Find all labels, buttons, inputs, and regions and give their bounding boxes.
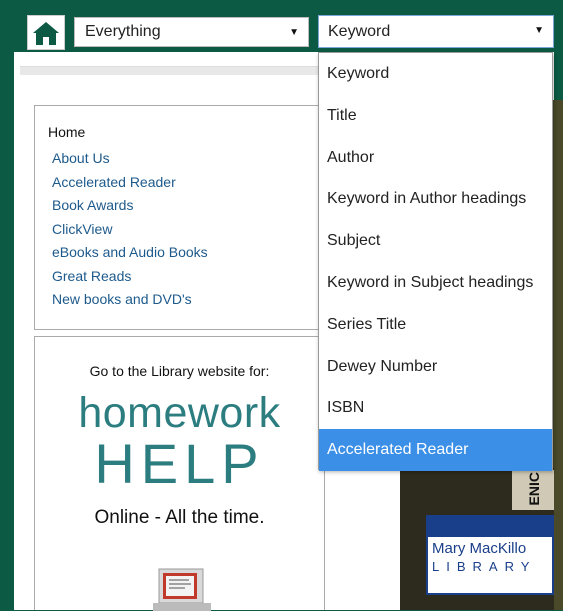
nav-list: About Us Accelerated Reader Book Awards … — [52, 149, 208, 314]
search-type-value: Keyword — [328, 23, 391, 40]
option-keyword-subject[interactable]: Keyword in Subject headings — [319, 262, 552, 304]
homework-help-promo[interactable]: Go to the Library website for: homework … — [34, 336, 325, 611]
nav-item-great-reads[interactable]: Great Reads — [52, 267, 208, 291]
nav-item-book-awards[interactable]: Book Awards — [52, 196, 208, 220]
photo-sign-text: ENIC — [526, 472, 542, 506]
chevron-down-icon: ▼ — [534, 25, 544, 36]
search-type-select[interactable]: Keyword ▼ — [318, 15, 554, 48]
logo-name: Mary MacKillo — [432, 540, 527, 557]
logo-arch — [428, 517, 552, 537]
option-isbn[interactable]: ISBN — [319, 387, 552, 429]
library-logo: Mary MacKillo LIBRARY — [426, 515, 554, 595]
option-series-title[interactable]: Series Title — [319, 304, 552, 346]
laptop-icon — [153, 568, 211, 611]
option-keyword-author[interactable]: Keyword in Author headings — [319, 178, 552, 220]
option-author[interactable]: Author — [319, 137, 552, 179]
promo-title: homework — [78, 389, 281, 437]
nav-item-about-us[interactable]: About Us — [52, 149, 208, 173]
photo-sign-strip: ENIC — [512, 470, 554, 510]
promo-help-logo: HELP — [94, 432, 265, 495]
option-accelerated-reader[interactable]: Accelerated Reader — [319, 429, 552, 471]
side-nav: Home About Us Accelerated Reader Book Aw… — [34, 105, 325, 330]
search-bar: Everything ▼ Keyword ▼ — [0, 0, 563, 52]
chevron-down-icon: ▼ — [289, 27, 299, 38]
option-dewey[interactable]: Dewey Number — [319, 346, 552, 388]
promo-tagline: Online - All the time. — [94, 507, 265, 528]
home-button[interactable] — [27, 15, 65, 50]
option-title[interactable]: Title — [319, 95, 552, 137]
promo-caption: Go to the Library website for: — [89, 363, 270, 379]
house-icon — [33, 21, 59, 45]
nav-item-new-books[interactable]: New books and DVD's — [52, 290, 208, 314]
scope-select-value: Everything — [85, 23, 161, 40]
nav-item-accelerated-reader[interactable]: Accelerated Reader — [52, 173, 208, 197]
option-subject[interactable]: Subject — [319, 220, 552, 262]
nav-item-ebooks[interactable]: eBooks and Audio Books — [52, 243, 208, 267]
nav-item-clickview[interactable]: ClickView — [52, 220, 208, 244]
option-keyword[interactable]: Keyword — [319, 53, 552, 95]
logo-library: LIBRARY — [432, 559, 537, 574]
search-type-dropdown: Keyword Title Author Keyword in Author h… — [318, 52, 553, 471]
scope-select[interactable]: Everything ▼ — [74, 17, 309, 47]
nav-home-link[interactable]: Home — [48, 124, 85, 140]
background-photo-edge — [553, 100, 563, 610]
